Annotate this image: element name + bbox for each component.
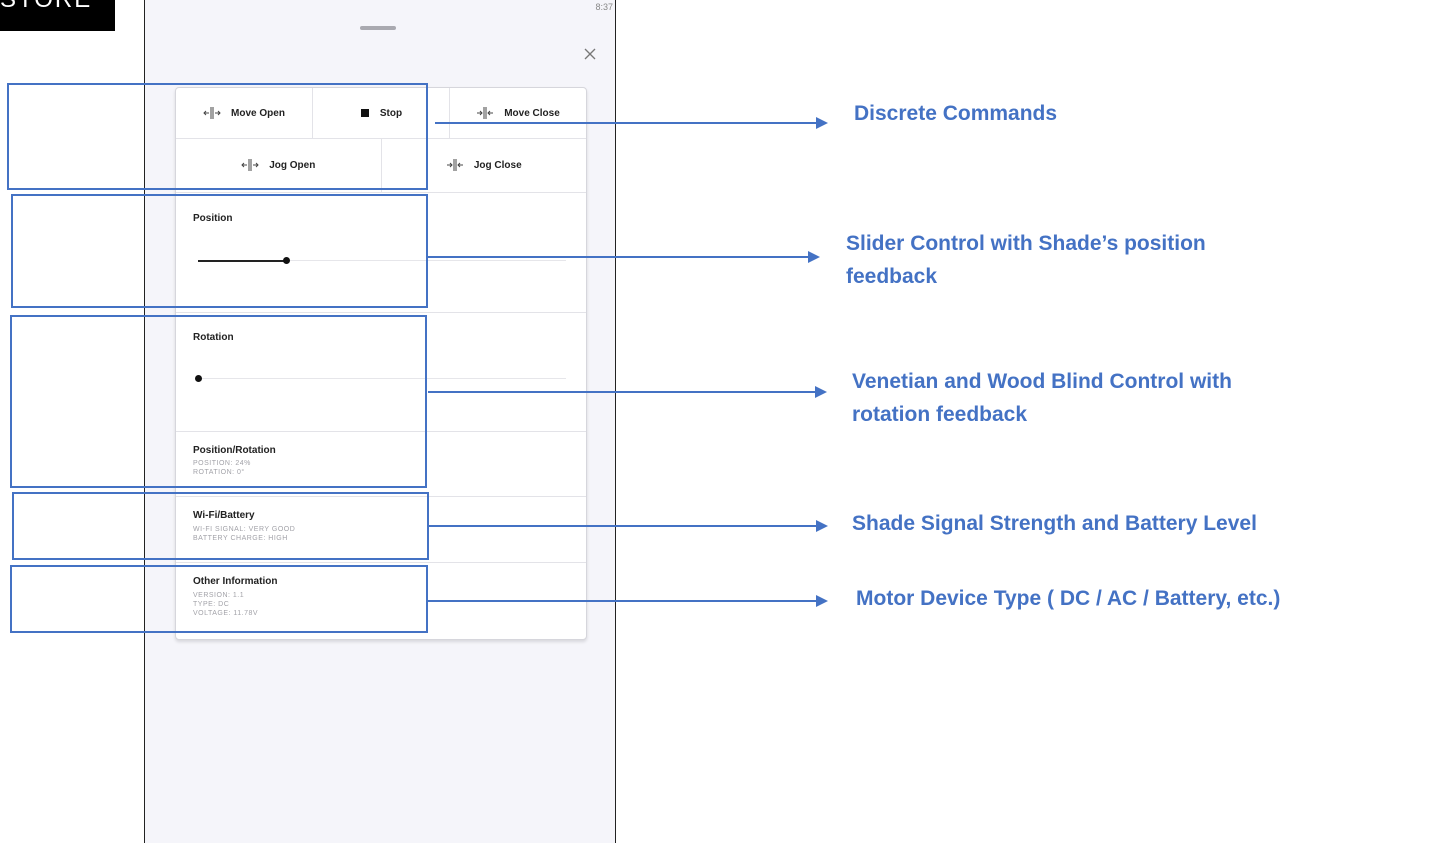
drag-handle[interactable]	[360, 26, 396, 30]
logo-text: STORE	[0, 0, 92, 14]
annotation-label-motor: Motor Device Type ( DC / AC / Battery, e…	[856, 587, 1281, 610]
annotation-label-discrete: Discrete Commands	[854, 102, 1058, 125]
move-close-label: Move Close	[504, 107, 560, 119]
store-logo: STORE	[0, 0, 115, 31]
move-close-icon	[477, 107, 494, 119]
annotation-label-slider-2: feedback	[846, 265, 938, 288]
annotation-line-slider	[428, 256, 812, 258]
annotation-line-motor	[428, 600, 818, 602]
arrow-icon	[808, 251, 820, 263]
arrow-icon	[816, 595, 828, 607]
annotation-line-signal	[429, 525, 819, 527]
arrow-icon	[815, 386, 827, 398]
annotation-line-venetian	[428, 391, 818, 393]
jog-close-label: Jog Close	[473, 159, 522, 171]
close-icon[interactable]	[582, 46, 598, 62]
annotation-line-discrete	[435, 122, 819, 124]
move-close-button[interactable]: Move Close	[450, 88, 586, 138]
annotation-box-slider	[11, 194, 428, 308]
annotation-label-venetian-2: rotation feedback	[852, 403, 1028, 426]
annotation-box-signal	[12, 492, 429, 560]
arrow-icon	[816, 117, 828, 129]
annotation-label-venetian-1: Venetian and Wood Blind Control with	[852, 370, 1232, 393]
annotation-label-slider-1: Slider Control with Shade’s position	[846, 232, 1206, 255]
arrow-icon	[816, 520, 828, 532]
annotation-box-venetian	[10, 315, 427, 488]
annotation-box-motor	[10, 565, 428, 633]
annotation-label-signal: Shade Signal Strength and Battery Level	[852, 512, 1257, 535]
annotation-box-discrete	[7, 83, 428, 190]
status-time: 8:37	[595, 2, 613, 12]
jog-close-icon	[446, 159, 463, 171]
